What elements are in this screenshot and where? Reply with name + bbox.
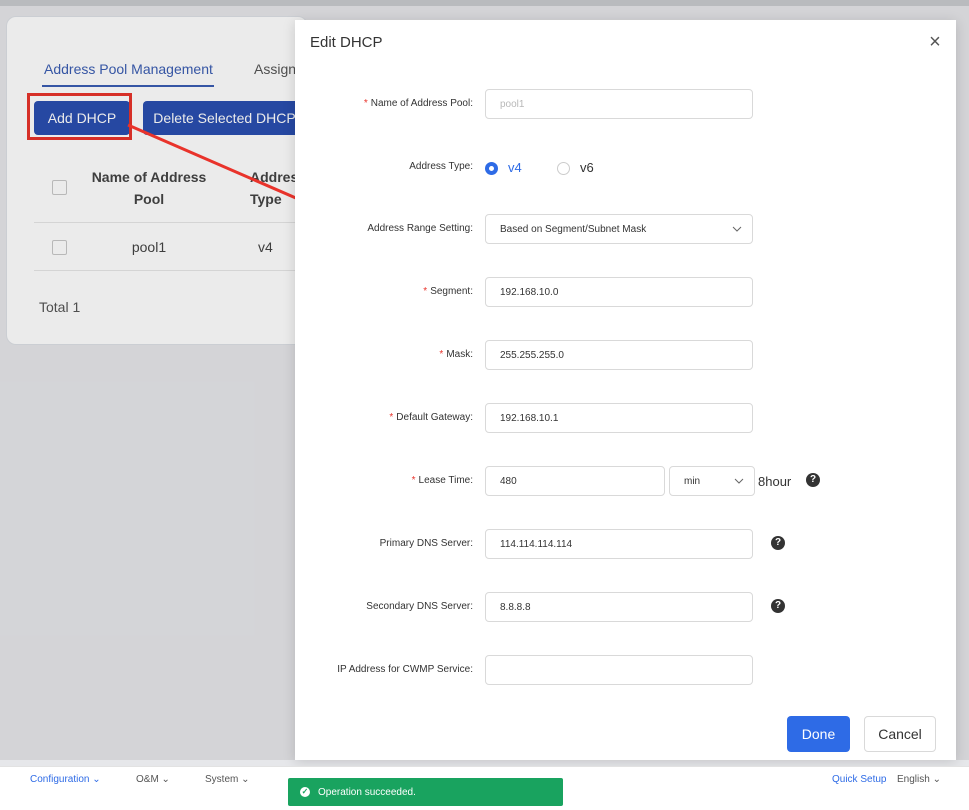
segment-input[interactable]: 192.168.10.0 (485, 277, 753, 307)
lease-hours-text: 8hour (758, 474, 792, 489)
delete-selected-dhcp-button[interactable]: Delete Selected DHCP (143, 101, 306, 135)
quick-setup-link[interactable]: Quick Setup (832, 774, 886, 785)
mask-input[interactable]: 255.255.255.0 (485, 340, 753, 370)
secondary-dns-input[interactable]: 8.8.8.8 (485, 592, 753, 622)
radio-v4[interactable] (485, 162, 498, 175)
address-type-label: Address Type: (409, 161, 473, 172)
select-all-checkbox[interactable] (52, 180, 67, 195)
toast-message: Operation succeeded. (318, 786, 416, 798)
nav-configuration[interactable]: Configuration ⌄ (30, 774, 101, 785)
radio-v6-label: v6 (580, 160, 594, 175)
help-icon[interactable]: ? (771, 536, 785, 550)
secondary-dns-label: Secondary DNS Server: (366, 601, 473, 612)
lease-unit-value: min (684, 475, 701, 487)
nav-om[interactable]: O&M ⌄ (136, 774, 170, 785)
pool-name-input[interactable]: pool1 (485, 89, 753, 119)
cwmp-input[interactable] (485, 655, 753, 685)
lease-time-label: * Lease Time: (411, 475, 473, 486)
gateway-label: * Default Gateway: (389, 412, 473, 423)
gateway-input[interactable]: 192.168.10.1 (485, 403, 753, 433)
chevron-down-icon (734, 478, 744, 484)
nav-system[interactable]: System ⌄ (205, 774, 250, 785)
language-select[interactable]: English ⌄ (897, 774, 941, 785)
table-cell-type: v4 (258, 239, 273, 255)
total-count: Total 1 (39, 299, 81, 315)
address-range-value: Based on Segment/Subnet Mask (500, 223, 647, 235)
top-strip (0, 0, 969, 6)
mask-label: * Mask: (439, 349, 473, 360)
tab-address-pool-management[interactable]: Address Pool Management (44, 61, 213, 77)
pool-name-label: * Name of Address Pool: (363, 98, 473, 109)
help-icon[interactable]: ? (806, 473, 820, 487)
primary-dns-input[interactable]: 114.114.114.114 (485, 529, 753, 559)
check-circle-icon: ✓ (300, 787, 310, 797)
lease-unit-select[interactable]: min (669, 466, 755, 496)
radio-v4-label: v4 (508, 160, 522, 175)
address-range-select[interactable]: Based on Segment/Subnet Mask (485, 214, 753, 244)
address-range-label: Address Range Setting: (367, 223, 473, 234)
table-cell-name: pool1 (131, 239, 167, 255)
divider (34, 270, 306, 271)
edit-dhcp-dialog: Edit DHCP × * Name of Address Pool: pool1… (295, 20, 956, 760)
highlight-box (27, 93, 132, 140)
close-icon[interactable]: × (925, 32, 945, 52)
row-checkbox[interactable] (52, 240, 67, 255)
done-button[interactable]: Done (787, 716, 850, 752)
lease-time-input[interactable]: 480 (485, 466, 665, 496)
primary-dns-label: Primary DNS Server: (379, 538, 473, 549)
help-icon[interactable]: ? (771, 599, 785, 613)
success-toast: ✓ Operation succeeded. (288, 778, 563, 806)
column-header-name: Name of Address Pool (91, 169, 207, 207)
chevron-down-icon (732, 226, 742, 232)
tab-assign[interactable]: Assign (254, 61, 296, 77)
active-tab-underline (42, 85, 214, 87)
cancel-button[interactable]: Cancel (864, 716, 936, 752)
dialog-title: Edit DHCP (310, 34, 383, 51)
segment-label: * Segment: (423, 286, 473, 297)
cwmp-label: IP Address for CWMP Service: (337, 664, 473, 675)
divider (34, 222, 306, 223)
radio-v6[interactable] (557, 162, 570, 175)
